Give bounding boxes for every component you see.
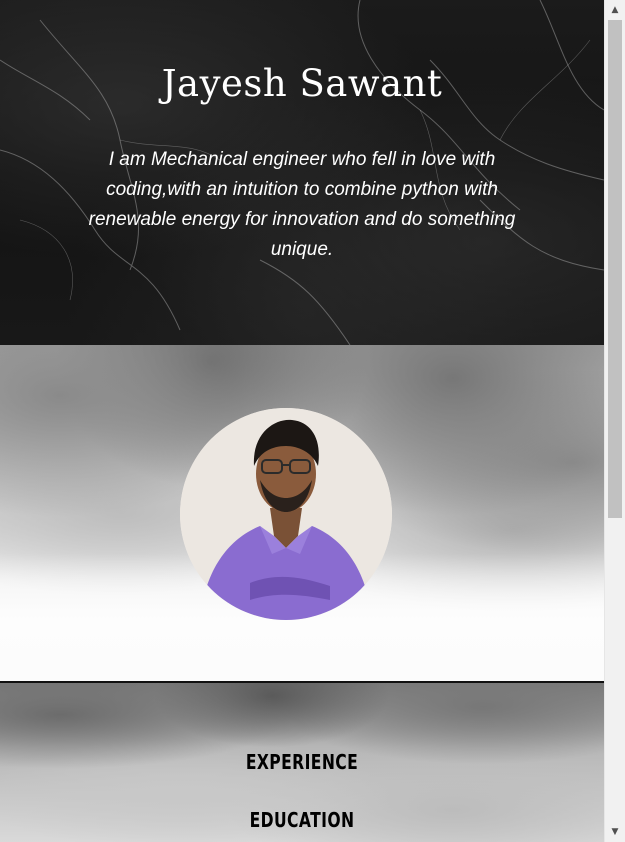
vertical-scrollbar[interactable]: ▲ ▼ xyxy=(604,0,625,842)
experience-link[interactable]: EXPERIENCE xyxy=(66,750,537,774)
scrollbar-thumb[interactable] xyxy=(608,20,622,518)
page-viewport: Jayesh Sawant I am Mechanical engineer w… xyxy=(0,0,604,842)
arrow-down-icon[interactable]: ▼ xyxy=(605,823,625,840)
education-link[interactable]: EDUCATION xyxy=(66,808,537,832)
arrow-up-icon[interactable]: ▲ xyxy=(605,1,625,18)
hero-name: Jayesh Sawant xyxy=(161,62,443,105)
profile-photo-icon xyxy=(180,408,392,620)
hero-bio: I am Mechanical engineer who fell in lov… xyxy=(88,149,516,260)
navigation-section: EXPERIENCE EDUCATION xyxy=(0,683,604,842)
hero-section: Jayesh Sawant I am Mechanical engineer w… xyxy=(0,0,604,345)
profile-section xyxy=(0,345,604,681)
